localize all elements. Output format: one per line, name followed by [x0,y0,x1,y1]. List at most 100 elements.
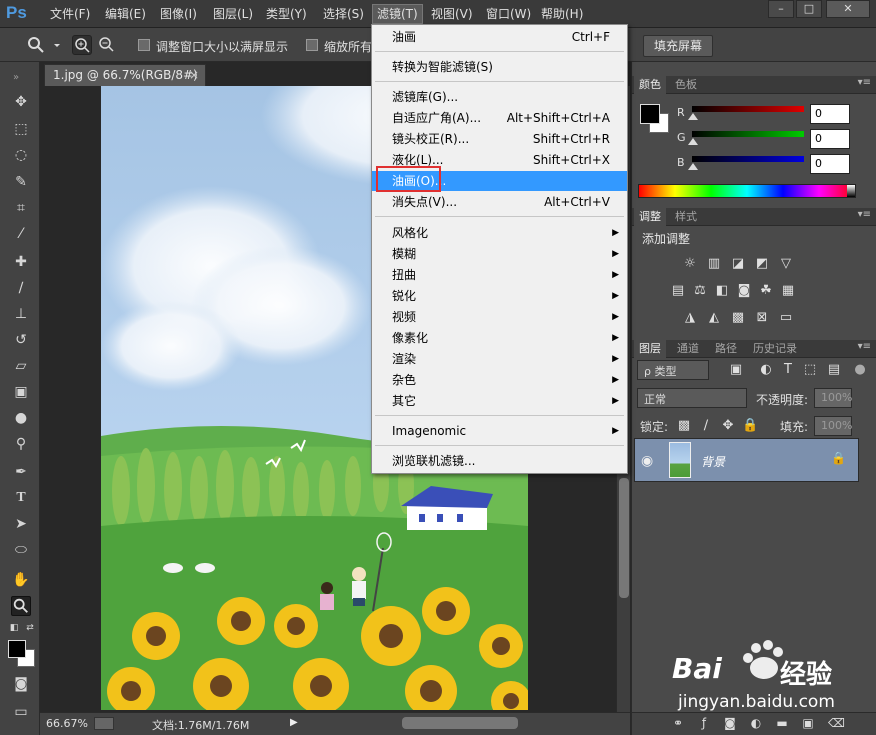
menu-image[interactable]: 图像(I) [156,6,201,24]
tab-swatches[interactable]: 色板 [670,76,702,94]
green-slider[interactable] [692,131,804,137]
lock-transparent-icon[interactable]: ▩ [676,418,692,434]
layer-name[interactable]: 背景 [701,453,725,470]
menu-item-convert-smart-filter[interactable]: 转换为智能滤镜(S) [372,57,627,77]
filter-toggle-icon[interactable]: ● [852,362,868,378]
status-menu-arrow-icon[interactable]: ▶ [290,717,298,728]
dodge-tool-icon[interactable]: ⚲ [11,434,31,454]
menu-help[interactable]: 帮助(H) [537,6,587,24]
menu-item-stylize[interactable]: 风格化 ▶ [372,223,627,243]
color-foreground-swatch[interactable] [640,104,660,124]
filter-pixel-icon[interactable]: ▣ [728,362,744,378]
lock-all-icon[interactable]: 🔒 [742,418,758,434]
close-button[interactable]: ✕ [826,0,870,18]
opacity-input[interactable]: 100% [814,388,852,408]
status-preview-icon[interactable] [94,717,114,730]
color-spectrum-bar[interactable] [638,184,856,198]
red-value-input[interactable]: 0 [810,104,850,124]
maximize-button[interactable]: □ [796,0,822,18]
tab-layers[interactable]: 图层 [634,340,666,358]
screen-mode-icon[interactable]: ▭ [11,702,31,722]
history-brush-tool-icon[interactable]: ↺ [11,330,31,350]
ellipse-tool-icon[interactable]: ⬭ [11,540,31,560]
eyedropper-tool-icon[interactable]: ⁄ [11,224,31,244]
panel-collapse-icon[interactable]: » [6,68,26,88]
zoom-tool-icon[interactable] [26,35,46,55]
filter-smart-object-icon[interactable]: ▤ [826,362,842,378]
foreground-color-swatch[interactable] [8,640,26,658]
green-value-input[interactable]: 0 [810,129,850,149]
curves-icon[interactable]: ◪ [730,256,746,272]
link-layers-icon[interactable]: ⚭ [670,716,686,732]
menu-item-lens-correction[interactable]: 镜头校正(R)... Shift+Ctrl+R [372,129,627,149]
menu-item-filter-gallery[interactable]: 滤镜库(G)... [372,87,627,107]
tab-paths[interactable]: 路径 [710,340,742,358]
menu-item-distort[interactable]: 扭曲 ▶ [372,265,627,285]
menu-filter[interactable]: 滤镜(T) [372,4,423,24]
zoom-in-icon[interactable] [72,35,92,55]
delete-layer-icon[interactable]: ⌫ [828,716,845,732]
threshold-icon[interactable]: ▩ [730,310,746,326]
gradient-tool-icon[interactable]: ▣ [11,382,31,402]
lock-position-icon[interactable]: ✥ [720,418,736,434]
filter-adjustment-icon[interactable]: ◐ [758,362,774,378]
menu-edit[interactable]: 编辑(E) [101,6,150,24]
filter-type-icon[interactable]: T [780,362,796,378]
lasso-tool-icon[interactable]: ◌ [11,145,31,165]
menu-item-browse-online-filters[interactable]: 浏览联机滤镜... [372,451,627,471]
tab-color[interactable]: 颜色 [634,76,666,94]
menu-item-pixelate[interactable]: 像素化 ▶ [372,328,627,348]
menu-item-imagenomic[interactable]: Imagenomic ▶ [372,421,627,441]
menu-item-blur[interactable]: 模糊 ▶ [372,244,627,264]
fill-screen-button[interactable]: 填充屏幕 [643,35,714,57]
menu-item-adaptive-wide-angle[interactable]: 自适应广角(A)... Alt+Shift+Ctrl+A [372,108,627,128]
hand-tool-icon[interactable]: ✋ [11,570,31,590]
hue-saturation-icon[interactable]: ▤ [670,283,686,299]
panel-menu-icon[interactable]: ▾≡ [858,209,871,220]
zoom-tool-icon[interactable] [11,596,31,616]
invert-icon[interactable]: ◮ [682,310,698,326]
healing-brush-tool-icon[interactable]: ✚ [11,252,31,272]
tool-preset-chevron-icon[interactable] [52,35,62,55]
path-selection-tool-icon[interactable]: ➤ [11,514,31,534]
panel-menu-icon[interactable]: ▾≡ [858,77,871,88]
document-close-icon[interactable]: × [189,68,199,82]
vibrance-icon[interactable]: ▽ [778,256,794,272]
new-group-icon[interactable]: ▬ [774,716,790,732]
zoom-all-checkbox[interactable] [306,39,318,51]
eye-visibility-icon[interactable]: ◉ [641,453,653,469]
quick-select-tool-icon[interactable]: ✎ [11,172,31,192]
clone-stamp-tool-icon[interactable]: ⊥ [11,304,31,324]
black-white-icon[interactable]: ◧ [714,283,730,299]
menu-view[interactable]: 视图(V) [427,6,477,24]
tab-channels[interactable]: 通道 [672,340,704,358]
gradient-map-icon[interactable]: ▭ [778,310,794,326]
color-lookup-icon[interactable]: ▦ [780,283,796,299]
blend-mode-select[interactable]: 正常 [637,388,747,408]
blue-slider-thumb[interactable] [688,163,698,170]
pen-tool-icon[interactable]: ✒ [11,462,31,482]
layer-mask-icon[interactable]: ◙ [722,716,738,732]
layer-style-icon[interactable]: ƒ [696,716,712,732]
crop-tool-icon[interactable]: ⌗ [11,198,31,218]
menu-item-render[interactable]: 渲染 ▶ [372,349,627,369]
zoom-level[interactable]: 66.67% [46,717,88,730]
filter-shape-icon[interactable]: ⬚ [802,362,818,378]
layer-row-background[interactable]: ◉ 背景 🔒 [634,438,859,482]
eraser-tool-icon[interactable]: ▱ [11,356,31,376]
zoom-out-icon[interactable] [97,35,117,55]
menu-item-vanishing-point[interactable]: 消失点(V)... Alt+Ctrl+V [372,192,627,212]
photo-filter-icon[interactable]: ◙ [736,283,752,299]
marquee-tool-icon[interactable]: ⬚ [11,119,31,139]
brush-tool-icon[interactable]: ∕ [11,278,31,298]
resize-windows-checkbox[interactable] [138,39,150,51]
green-slider-thumb[interactable] [688,138,698,145]
menu-type[interactable]: 类型(Y) [262,6,311,24]
selective-color-icon[interactable]: ⊠ [754,310,770,326]
lock-image-icon[interactable]: ∕ [698,418,714,434]
blue-value-input[interactable]: 0 [810,154,850,174]
red-slider[interactable] [692,106,804,112]
tab-styles[interactable]: 样式 [670,208,702,226]
tab-adjustments[interactable]: 调整 [634,208,666,226]
blue-slider[interactable] [692,156,804,162]
